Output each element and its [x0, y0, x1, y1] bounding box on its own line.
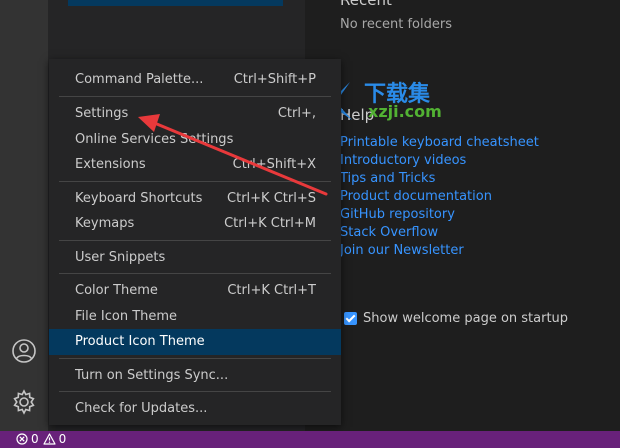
status-bar: 0 0	[0, 431, 620, 448]
annotation-arrow	[138, 114, 328, 196]
error-icon	[16, 433, 28, 445]
warning-count: 0	[58, 432, 67, 446]
warning-icon	[43, 433, 56, 445]
problems-indicator[interactable]: 0 0	[16, 432, 66, 446]
error-count: 0	[31, 432, 39, 446]
